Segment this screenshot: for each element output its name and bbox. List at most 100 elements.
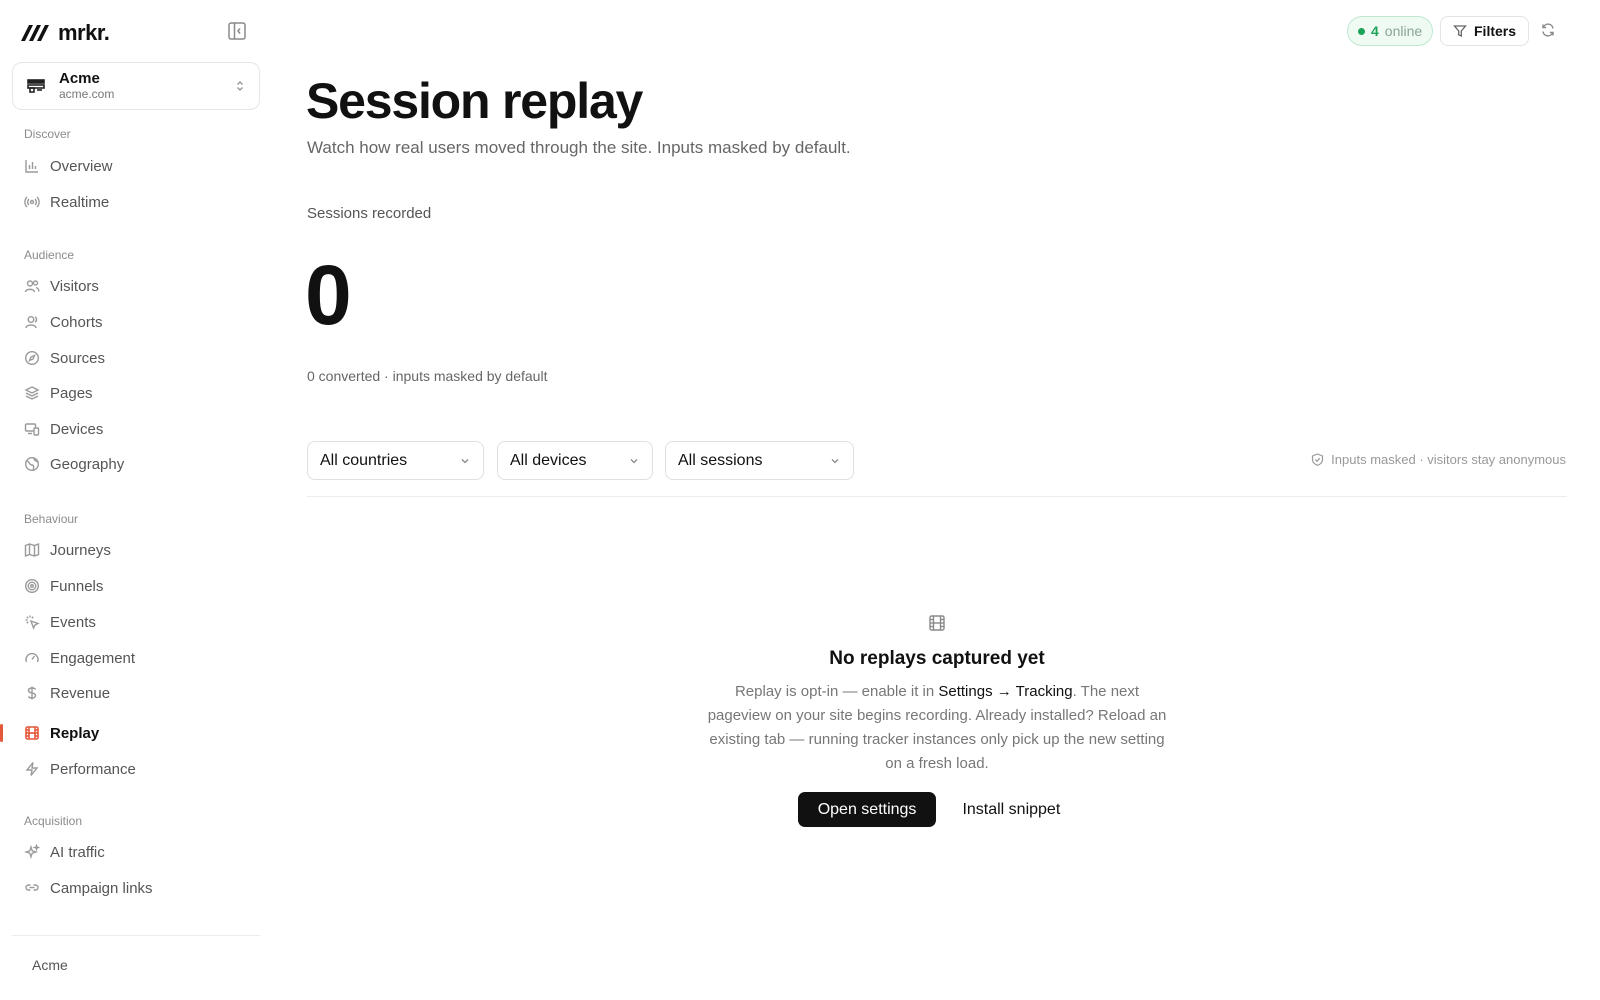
metric-value: 0 (305, 248, 352, 342)
chevron-updown-icon (233, 79, 247, 93)
sparkles-icon (24, 844, 40, 860)
sidebar-item-label: Realtime (50, 193, 110, 211)
empty-state-title: No replays captured yet (829, 648, 1045, 669)
empty-state-body: Replay is opt-in — enable it in Settings… (707, 680, 1167, 776)
sidebar-item-funnels[interactable]: Funnels (12, 570, 260, 602)
shield-check-icon (1311, 453, 1324, 466)
country-select-value: All countries (320, 451, 408, 469)
sidebar-item-geography[interactable]: Geography (12, 448, 260, 480)
sidebar-item-label: Funnels (50, 577, 104, 595)
sidebar-item-label: Geography (50, 455, 125, 473)
metric-subtext: 0 converted · inputs masked by default (307, 368, 548, 384)
sidebar-divider (12, 935, 260, 936)
sidebar-item-realtime[interactable]: Realtime (12, 186, 260, 218)
sidebar-item-label: Engagement (50, 649, 136, 667)
sidebar-item-journeys[interactable]: Journeys (12, 534, 260, 566)
storefront-icon (25, 75, 47, 97)
sidebar-item-label: Overview (50, 157, 113, 175)
globe-icon (24, 456, 40, 472)
empty-state: No replays captured yet Replay is opt-in… (707, 614, 1167, 827)
device-select-value: All devices (510, 451, 587, 469)
sidebar-item-events[interactable]: Events (12, 606, 260, 638)
sidebar-item-campaign-links[interactable]: Campaign links (12, 872, 260, 904)
workspace-switcher[interactable]: Acme acme.com (12, 62, 260, 110)
online-label: online (1384, 23, 1423, 39)
sidebar-item-overview[interactable]: Overview (12, 150, 260, 182)
nav-heading-discover: Discover (24, 127, 71, 141)
page-subtitle: Watch how real users moved through the s… (307, 138, 851, 157)
brand-logo[interactable]: mrkr. (20, 20, 110, 46)
sidebar-item-label: Pages (50, 384, 93, 402)
workspace-name: Acme (59, 70, 100, 87)
sidebar-footer-workspace[interactable]: Acme (32, 957, 68, 973)
sidebar-item-engagement[interactable]: Engagement (12, 642, 260, 674)
cursor-click-icon (24, 614, 40, 630)
sidebar-item-ai-traffic[interactable]: AI traffic (12, 836, 260, 868)
session-select-value: All sessions (678, 451, 763, 469)
active-indicator (0, 724, 3, 742)
compass-icon (24, 350, 40, 366)
bolt-icon (24, 761, 40, 777)
sidebar-item-label: Replay (50, 724, 100, 742)
install-snippet-button[interactable]: Install snippet (946, 792, 1076, 827)
empty-state-actions: Open settings Install snippet (707, 792, 1167, 827)
sidebar-item-label: Visitors (50, 277, 99, 295)
sidebar-item-sources[interactable]: Sources (12, 342, 260, 374)
map-icon (24, 542, 40, 558)
link-icon (24, 880, 40, 896)
settings-tracking-link[interactable]: Settings → Tracking (938, 683, 1072, 700)
devices-icon (24, 421, 40, 437)
sidebar-item-visitors[interactable]: Visitors (12, 270, 260, 302)
country-select[interactable]: All countries (307, 441, 484, 480)
gauge-icon (24, 650, 40, 666)
sidebar-item-label: Revenue (50, 684, 111, 702)
sidebar-item-label: Journeys (50, 541, 111, 559)
sidebar-item-label: Events (50, 613, 96, 631)
sidebar-item-label: Devices (50, 420, 104, 438)
online-count: 4 (1371, 23, 1379, 39)
bar-chart-icon (24, 158, 40, 174)
sidebar-item-label: Campaign links (50, 879, 153, 897)
sidebar-item-cohorts[interactable]: Cohorts (12, 306, 260, 338)
open-settings-button[interactable]: Open settings (797, 792, 937, 827)
sidebar: mrkr. Acme acme.com Discover Overview Re… (0, 0, 272, 1000)
sidebar-item-performance[interactable]: Performance (12, 753, 260, 785)
nav-heading-acquisition: Acquisition (24, 814, 83, 828)
session-select[interactable]: All sessions (665, 441, 854, 480)
chevron-down-icon (829, 455, 841, 467)
metric-label: Sessions recorded (307, 205, 432, 222)
film-icon (928, 614, 946, 632)
sidebar-item-label: AI traffic (50, 843, 105, 861)
online-status-dot (1358, 27, 1365, 35)
chevron-down-icon (628, 455, 640, 467)
sidebar-item-label: Cohorts (50, 313, 103, 331)
dollar-icon (24, 685, 40, 701)
sidebar-item-pages[interactable]: Pages (12, 377, 260, 409)
online-visitors-badge[interactable]: 4 online (1347, 16, 1434, 46)
filter-icon (1453, 24, 1467, 38)
filters-label: Filters (1474, 23, 1517, 39)
page-title: Session replay (306, 73, 643, 129)
privacy-note-text: Inputs masked · visitors stay anonymous (1331, 452, 1566, 467)
layers-icon (24, 385, 40, 401)
nav-heading-audience: Audience (24, 248, 75, 262)
sidebar-item-devices[interactable]: Devices (12, 413, 260, 445)
user-group-icon (24, 314, 40, 330)
content-divider (307, 496, 1567, 497)
sidebar-item-label: Performance (50, 760, 136, 778)
sidebar-item-replay[interactable]: Replay (12, 717, 260, 749)
privacy-note: Inputs masked · visitors stay anonymous (1311, 452, 1566, 467)
users-icon (24, 278, 40, 294)
filters-button[interactable]: Filters (1440, 16, 1530, 46)
collapse-sidebar-icon[interactable] (226, 20, 248, 42)
workspace-domain: acme.com (59, 87, 115, 101)
sidebar-item-revenue[interactable]: Revenue (12, 677, 260, 709)
film-icon (24, 725, 40, 741)
target-icon (24, 578, 40, 594)
empty-body-before: Replay is opt-in — enable it in (734, 683, 939, 700)
refresh-icon[interactable] (1540, 22, 1558, 40)
broadcast-icon (24, 194, 40, 210)
brand-name: mrkr. (58, 20, 110, 45)
chevron-down-icon (459, 455, 471, 467)
device-select[interactable]: All devices (497, 441, 653, 480)
